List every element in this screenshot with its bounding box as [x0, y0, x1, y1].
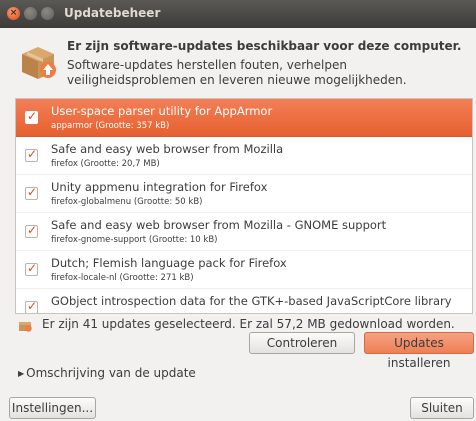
update-row-javascriptcore-gir[interactable]: ✓ GObject introspection data for the GTK…	[16, 289, 472, 313]
check-icon: ✓	[27, 185, 38, 199]
update-row-firefox-gnome-support[interactable]: ✓ Safe and easy web browser from Mozilla…	[16, 213, 472, 251]
update-package-size: firefox (Grootte: 20,7 MB)	[51, 159, 160, 169]
update-description-expander[interactable]: ▶ Omschrijving van de update	[18, 366, 196, 380]
update-checkbox[interactable]: ✓	[25, 299, 38, 313]
update-row-apparmor[interactable]: ✓ User-space parser utility for AppArmor…	[16, 99, 472, 137]
update-checkbox[interactable]: ✓	[25, 261, 38, 276]
update-checkbox[interactable]: ✓	[25, 185, 38, 200]
update-title: Safe and easy web browser from Mozilla -…	[51, 218, 387, 232]
expander-arrow-icon: ▶	[18, 369, 25, 378]
update-title: Dutch; Flemish language pack for Firefox	[51, 256, 287, 270]
window-maximize-icon[interactable]	[41, 7, 54, 20]
update-package-size: firefox-gnome-support (Grootte: 10 kB)	[51, 235, 218, 245]
update-title: Safe and easy web browser from Mozilla	[51, 142, 284, 156]
update-checkbox[interactable]: ✓	[25, 223, 38, 238]
update-manager-window: × Updatebeheer Er zijn software-updates …	[0, 0, 476, 421]
check-icon: ✓	[27, 223, 38, 237]
settings-button[interactable]: Instellingen...	[9, 397, 96, 419]
header-description: Software-updates herstellen fouten, verh…	[67, 58, 407, 87]
download-package-icon	[19, 322, 32, 332]
update-row-firefox-locale-nl[interactable]: ✓ Dutch; Flemish language pack for Firef…	[16, 251, 472, 289]
window-title: Updatebeheer	[64, 6, 161, 20]
window-minimize-icon[interactable]	[24, 7, 37, 20]
header-title: Er zijn software-updates beschikbaar voo…	[67, 39, 462, 53]
check-icon: ✓	[27, 109, 38, 123]
update-title: GObject introspection data for the GTK+-…	[51, 294, 452, 308]
selection-summary: Er zijn 41 updates geselecteerd. Er zal …	[42, 317, 455, 331]
update-checkbox[interactable]: ✓	[25, 109, 38, 124]
check-icon: ✓	[27, 147, 38, 161]
close-button[interactable]: Sluiten	[410, 397, 474, 419]
check-icon: ✓	[27, 261, 38, 275]
update-title: User-space parser utility for AppArmor	[51, 104, 273, 118]
expander-label: Omschrijving van de update	[26, 366, 196, 380]
update-list[interactable]: ✓ User-space parser utility for AppArmor…	[15, 98, 473, 314]
install-updates-button[interactable]: Updates installeren	[364, 332, 474, 370]
update-package-size: firefox-globalmenu (Grootte: 50 kB)	[51, 197, 203, 207]
check-icon: ✓	[27, 299, 38, 313]
title-bar[interactable]: × Updatebeheer	[0, 0, 476, 28]
update-package-size: apparmor (Grootte: 357 kB)	[51, 121, 170, 131]
update-row-firefox[interactable]: ✓ Safe and easy web browser from Mozilla…	[16, 137, 472, 175]
window-close-icon[interactable]: ×	[7, 7, 20, 20]
update-package-size: firefox-locale-nl (Grootte: 271 kB)	[51, 273, 194, 283]
update-title: Unity appmenu integration for Firefox	[51, 180, 268, 194]
check-button[interactable]: Controleren	[249, 332, 355, 354]
package-update-icon	[22, 47, 56, 79]
update-checkbox[interactable]: ✓	[25, 147, 38, 162]
update-row-firefox-globalmenu[interactable]: ✓ Unity appmenu integration for Firefox …	[16, 175, 472, 213]
